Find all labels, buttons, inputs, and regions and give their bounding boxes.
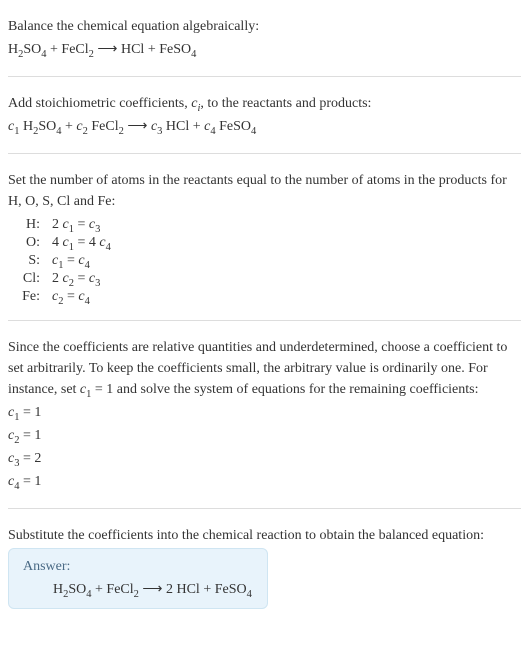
final-section: Substitute the coefficients into the che…: [8, 517, 521, 615]
eq-sub: 4: [247, 589, 252, 600]
stoich-text: Add stoichiometric coefficients, ci, to …: [8, 93, 521, 114]
intro-text: Balance the chemical equation algebraica…: [8, 16, 521, 37]
answer-equation: H2SO4 + FeCl2 ⟶ 2 HCl + FeSO4: [23, 581, 253, 598]
eq-part: H: [8, 42, 18, 57]
eq-sub: 4: [191, 49, 196, 60]
stoich-section: Add stoichiometric coefficients, ci, to …: [8, 85, 521, 145]
table-row: H:2 c1 = c3: [8, 216, 117, 234]
atoms-section: Set the number of atoms in the reactants…: [8, 162, 521, 312]
eq-part: FeCl: [88, 119, 119, 134]
table-row: Cl:2 c2 = c3: [8, 270, 117, 288]
eq-sub: 4: [251, 126, 256, 137]
eq-part: + FeCl: [47, 42, 89, 57]
atom-label: S:: [8, 252, 46, 270]
eq-part: ⟶: [124, 119, 151, 134]
atom-equation: 4 c1 = 4 c4: [46, 234, 117, 252]
text-part: Add stoichiometric coefficients,: [8, 96, 191, 111]
eq-part: SO: [68, 582, 86, 597]
atom-equation: c1 = c4: [46, 252, 117, 270]
table-row: S:c1 = c4: [8, 252, 117, 270]
choose-intro: Since the coefficients are relative quan…: [8, 337, 521, 400]
atoms-intro: Set the number of atoms in the reactants…: [8, 170, 521, 212]
eq-part: SO: [38, 119, 56, 134]
eq-part: +: [62, 119, 77, 134]
atom-label: H:: [8, 216, 46, 234]
divider: [8, 153, 521, 154]
atom-equation: c2 = c4: [46, 288, 117, 306]
eq-part: H: [53, 582, 63, 597]
eq-part: ⟶ HCl + FeSO: [94, 42, 191, 57]
text-part: = 1 and solve the system of equations fo…: [91, 382, 478, 397]
eq-part: SO: [23, 42, 41, 57]
atom-label: Cl:: [8, 270, 46, 288]
coef-solution-line: c1 = 1: [8, 402, 521, 423]
choose-section: Since the coefficients are relative quan…: [8, 329, 521, 500]
final-intro: Substitute the coefficients into the che…: [8, 525, 521, 546]
divider: [8, 320, 521, 321]
eq-part: HCl +: [162, 119, 204, 134]
coef-solution-line: c4 = 1: [8, 471, 521, 492]
atom-equation: 2 c2 = c3: [46, 270, 117, 288]
stoich-equation: c1 H2SO4 + c2 FeCl2 ⟶ c3 HCl + c4 FeSO4: [8, 116, 521, 137]
coef-solution-line: c2 = 1: [8, 425, 521, 446]
eq-part: H: [19, 119, 33, 134]
eq-part: FeSO: [216, 119, 251, 134]
answer-label: Answer:: [23, 559, 253, 575]
text-part: , to the reactants and products:: [200, 96, 371, 111]
atom-label: Fe:: [8, 288, 46, 306]
table-row: O:4 c1 = 4 c4: [8, 234, 117, 252]
answer-box: Answer: H2SO4 + FeCl2 ⟶ 2 HCl + FeSO4: [8, 548, 268, 609]
atom-equation: 2 c1 = c3: [46, 216, 117, 234]
intro-equation: H2SO4 + FeCl2 ⟶ HCl + FeSO4: [8, 39, 521, 60]
atom-label: O:: [8, 234, 46, 252]
divider: [8, 508, 521, 509]
eq-part: + FeCl: [92, 582, 134, 597]
atoms-table: H:2 c1 = c3O:4 c1 = 4 c4S:c1 = c4Cl:2 c2…: [8, 216, 117, 306]
divider: [8, 76, 521, 77]
eq-part: ⟶ 2 HCl + FeSO: [139, 582, 247, 597]
intro-section: Balance the chemical equation algebraica…: [8, 8, 521, 68]
coef-solution-line: c3 = 2: [8, 448, 521, 469]
table-row: Fe:c2 = c4: [8, 288, 117, 306]
